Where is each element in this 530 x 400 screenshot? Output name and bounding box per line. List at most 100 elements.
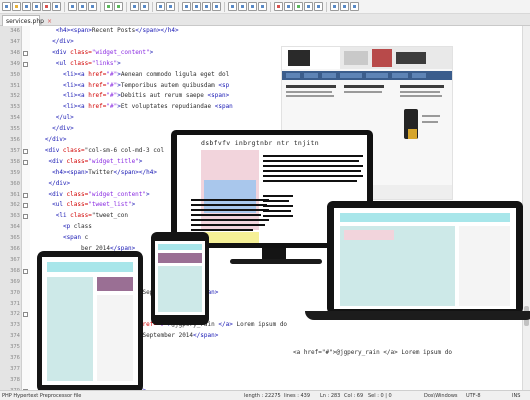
- code-line[interactable]: 349 <ul class="links">: [10, 59, 530, 70]
- fold-toggle-icon[interactable]: [23, 192, 28, 198]
- line-number: 346: [10, 28, 20, 34]
- line-number: 368: [10, 267, 20, 274]
- zoom-out-icon[interactable]: [166, 2, 175, 11]
- fold-toggle-icon[interactable]: [23, 203, 28, 209]
- code-line-text: <h4><span>Twitter</span></h4>: [52, 168, 157, 176]
- show-all-chars-icon[interactable]: [202, 2, 211, 11]
- close-icon[interactable]: ×: [47, 18, 52, 25]
- tab-bar: services.php ×: [0, 14, 530, 26]
- toolbar-separator: [152, 1, 153, 12]
- new-file-icon[interactable]: [2, 2, 11, 11]
- status-lines: lines : 439: [284, 393, 311, 399]
- phone-screen: [155, 241, 205, 315]
- fold-toggle-icon[interactable]: [23, 159, 28, 165]
- phone-illustration: [151, 232, 209, 325]
- code-line[interactable]: 347 </div>: [10, 37, 530, 48]
- fold-toggle-icon[interactable]: [23, 50, 28, 56]
- spell-check-icon[interactable]: [330, 2, 339, 11]
- close-file-icon[interactable]: [42, 2, 51, 11]
- line-number: 347: [10, 38, 20, 45]
- indent-guide-icon[interactable]: [212, 2, 221, 11]
- code-line-text: <div class="widget_title">: [48, 157, 143, 165]
- toolbar-separator: [100, 1, 101, 12]
- line-number: 357: [10, 147, 20, 154]
- phone-purple-block: [158, 253, 202, 263]
- code-line[interactable]: 350 <li><a href="#">Aenean commodo ligula…: [10, 70, 530, 81]
- code-line-text: <p class: [62, 223, 92, 231]
- toolbar: [0, 0, 530, 14]
- line-number: 353: [10, 104, 20, 111]
- line-number: 367: [10, 256, 20, 263]
- fold-toggle-icon[interactable]: [23, 214, 28, 220]
- fold-toggle-icon[interactable]: [23, 61, 28, 67]
- undo-icon[interactable]: [104, 2, 113, 11]
- line-number: 365: [10, 235, 20, 242]
- code-line-text: <div class="widget_content">: [52, 48, 154, 56]
- code-line-text: <li class="tweet_con: [55, 212, 128, 220]
- line-number: 376: [10, 355, 20, 361]
- code-line[interactable]: 351 <li><a href="#">Temporibus autem quib…: [10, 81, 530, 92]
- paste-icon[interactable]: [88, 2, 97, 11]
- record-macro-icon[interactable]: [274, 2, 283, 11]
- code-line[interactable]: 353 <li><a href="#">Et voluptates repudia…: [10, 102, 530, 113]
- doc-map-icon[interactable]: [248, 2, 257, 11]
- line-number: 356: [10, 137, 20, 143]
- toolbar-separator: [326, 1, 327, 12]
- word-wrap-icon[interactable]: [192, 2, 201, 11]
- line-number: 350: [10, 71, 20, 78]
- code-line[interactable]: 346 <h4><span>Recent Posts</span></h4>: [10, 26, 530, 37]
- print-icon[interactable]: [52, 2, 61, 11]
- sync-scroll-icon[interactable]: [182, 2, 191, 11]
- run-macro-multiple-icon[interactable]: [304, 2, 313, 11]
- line-number: 361: [10, 191, 20, 198]
- status-insert-mode[interactable]: INS: [512, 393, 520, 399]
- fold-all-icon[interactable]: [228, 2, 237, 11]
- toolbar-separator: [126, 1, 127, 12]
- plugin-icon[interactable]: [340, 2, 349, 11]
- fold-toggle-icon[interactable]: [23, 312, 28, 318]
- copy-icon[interactable]: [78, 2, 87, 11]
- vertical-scrollbar[interactable]: [522, 26, 530, 390]
- fold-toggle-icon[interactable]: [23, 268, 28, 274]
- code-line[interactable]: 352 <li><a href="#">Debitis aut rerum sae…: [10, 91, 530, 102]
- play-macro-icon[interactable]: [294, 2, 303, 11]
- tablet-purple-block: [97, 277, 133, 291]
- zoom-in-icon[interactable]: [156, 2, 165, 11]
- tab-services-php[interactable]: services.php ×: [2, 15, 52, 26]
- redo-icon[interactable]: [114, 2, 123, 11]
- save-macro-icon[interactable]: [314, 2, 323, 11]
- replace-icon[interactable]: [140, 2, 149, 11]
- code-line-text: <h4><span>Recent Posts</span></h4>: [55, 27, 179, 34]
- tab-label: services.php: [6, 17, 44, 25]
- compare-icon[interactable]: [350, 2, 359, 11]
- stop-macro-icon[interactable]: [284, 2, 293, 11]
- function-list-icon[interactable]: [258, 2, 267, 11]
- code-line-text: </div>: [52, 125, 74, 133]
- toolbar-separator: [178, 1, 179, 12]
- save-all-icon[interactable]: [32, 2, 41, 11]
- code-line-text: <div class="col-sm-6 col-md-3 col: [44, 146, 165, 154]
- laptop-sidebar-block: [459, 226, 510, 306]
- find-icon[interactable]: [130, 2, 139, 11]
- tablet-header-block: [47, 262, 133, 272]
- unfold-all-icon[interactable]: [238, 2, 247, 11]
- laptop-header-block: [340, 213, 510, 222]
- code-line[interactable]: 354 </ul>: [10, 113, 530, 124]
- status-sel: Sel : 0 | 0: [368, 393, 392, 399]
- line-number: 374: [10, 333, 20, 340]
- monitor-heading: dsbfvfv inbrgtnbr ntr tnjitn: [201, 139, 319, 147]
- status-encoding[interactable]: UTF-8: [466, 393, 481, 399]
- status-file-type: PHP Hypertext Preprocessor file: [2, 393, 82, 399]
- status-eol[interactable]: Dos\Windows: [424, 393, 458, 399]
- save-icon[interactable]: [22, 2, 31, 11]
- open-folder-icon[interactable]: [12, 2, 21, 11]
- cut-icon[interactable]: [68, 2, 77, 11]
- phone-main-block: [158, 266, 202, 312]
- code-line-text: <li><a href="#">Temporibus autem quibusd…: [62, 81, 230, 89]
- code-line[interactable]: 348 <div class="widget_content">: [10, 48, 530, 59]
- code-line-text: <li><a href="#">Et voluptates repudianda…: [62, 103, 233, 111]
- fold-toggle-icon[interactable]: [23, 148, 28, 154]
- code-line-text: <li><a href="#">Debitis aut rerum saepe …: [62, 92, 230, 100]
- line-number: 372: [10, 311, 20, 318]
- status-col: Col : 69: [344, 393, 364, 399]
